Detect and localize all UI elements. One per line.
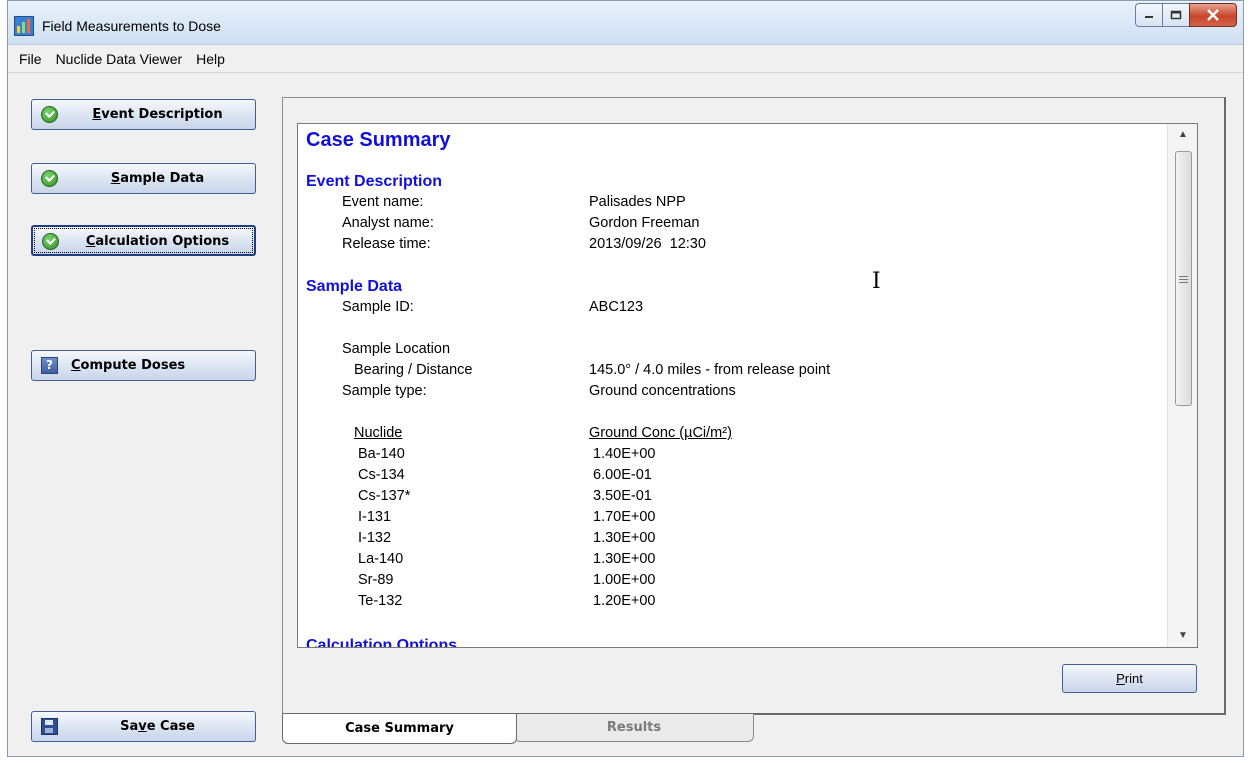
scroll-up-icon[interactable]: ▲ [1168, 124, 1197, 146]
analyst-name-label: Analyst name: [342, 215, 434, 231]
caption-buttons [1135, 3, 1237, 27]
nuclide-cell: La-140 [358, 551, 404, 567]
event-description-button[interactable]: Event Description [31, 99, 256, 130]
floppy-disk-icon [41, 718, 58, 735]
menu-file[interactable]: File [12, 51, 49, 67]
conc-cell: 1.40E+00 [593, 446, 656, 462]
event-name-label: Event name: [342, 194, 424, 210]
calculation-options-heading: Calculation Options [306, 637, 458, 648]
sample-type-label: Sample type: [342, 383, 427, 399]
bearing-distance-label: Bearing / Distance [354, 362, 473, 378]
sample-id-value: ABC123 [589, 299, 644, 315]
event-description-heading: Event Description [306, 173, 443, 190]
event-name-value: Palisades NPP [589, 194, 686, 210]
conc-cell: 1.20E+00 [593, 593, 656, 609]
save-case-label: Save Case [120, 719, 195, 734]
sample-data-label: Sample Data [110, 171, 205, 186]
case-summary-report[interactable]: Case Summary Event Description Event nam… [297, 123, 1198, 648]
maximize-icon [1170, 10, 1182, 20]
sample-data-heading: Sample Data [306, 278, 403, 295]
menu-help[interactable]: Help [189, 51, 232, 67]
grip-icon [1179, 276, 1188, 283]
text-cursor-icon: I [872, 269, 881, 294]
conc-cell: 6.00E-01 [593, 467, 652, 483]
calculation-options-button[interactable]: Calculation Options [31, 225, 256, 256]
nuclide-cell: I-131 [358, 509, 392, 525]
nuclide-cell: Te-132 [358, 593, 403, 609]
tab-case-summary[interactable]: Case Summary [282, 714, 517, 744]
close-icon [1207, 9, 1219, 21]
title-bar: Field Measurements to Dose [8, 1, 1243, 45]
conc-cell: 3.50E-01 [593, 488, 652, 504]
check-icon [41, 106, 58, 123]
conc-cell: 1.30E+00 [593, 551, 656, 567]
release-time-label: Release time: [342, 236, 431, 252]
conc-cell: 1.30E+00 [593, 530, 656, 546]
close-button[interactable] [1189, 3, 1237, 27]
compute-doses-button[interactable]: ? Compute Doses [31, 350, 256, 381]
compute-doses-label: Compute Doses [71, 358, 186, 373]
event-description-label: Event Description [92, 107, 223, 122]
maximize-button[interactable] [1162, 3, 1190, 27]
calculation-options-label: Calculation Options [85, 234, 230, 249]
nuclide-cell: Ba-140 [358, 446, 405, 462]
print-button[interactable]: Print [1062, 664, 1197, 693]
minimize-button[interactable] [1135, 3, 1163, 27]
app-icon [14, 16, 34, 36]
sample-id-label: Sample ID: [342, 299, 414, 315]
menu-nuclide-data-viewer[interactable]: Nuclide Data Viewer [49, 51, 190, 67]
bearing-distance-value: 145.0° / 4.0 miles - from release point [589, 362, 831, 378]
report-title: Case Summary [306, 129, 451, 151]
nuclide-cell: I-132 [358, 530, 392, 546]
sample-type-value: Ground concentrations [589, 383, 736, 399]
conc-cell: 1.00E+00 [593, 572, 656, 588]
report-content: Case Summary Event Description Event nam… [298, 124, 1168, 648]
print-label: Print [1116, 671, 1143, 686]
nuclide-cell: Sr-89 [358, 572, 394, 588]
scrollbar-thumb[interactable] [1175, 151, 1192, 406]
scroll-down-icon[interactable]: ▼ [1168, 625, 1197, 647]
nuclide-column-header: Nuclide [354, 425, 403, 441]
conc-cell: 1.70E+00 [593, 509, 656, 525]
nuclide-cell: Cs-134 [358, 467, 405, 483]
question-icon: ? [41, 357, 58, 374]
release-time-value: 2013/09/26 12:30 [589, 236, 706, 252]
tab-results[interactable]: Results [514, 714, 754, 742]
ground-conc-column-header: Ground Conc (µCi/m²) [589, 425, 732, 441]
vertical-scrollbar[interactable]: ▲ ▼ [1167, 124, 1197, 647]
analyst-name-value: Gordon Freeman [589, 215, 700, 231]
sample-data-button[interactable]: Sample Data [31, 163, 256, 194]
save-case-button[interactable]: Save Case [31, 711, 256, 742]
sample-location-label: Sample Location [342, 341, 451, 357]
window-title: Field Measurements to Dose [42, 18, 221, 34]
menu-bar: File Nuclide Data Viewer Help [8, 45, 1243, 73]
nuclide-cell: Cs-137* [358, 488, 411, 504]
minimize-icon [1145, 16, 1153, 18]
check-icon [41, 170, 58, 187]
check-icon [42, 233, 59, 250]
